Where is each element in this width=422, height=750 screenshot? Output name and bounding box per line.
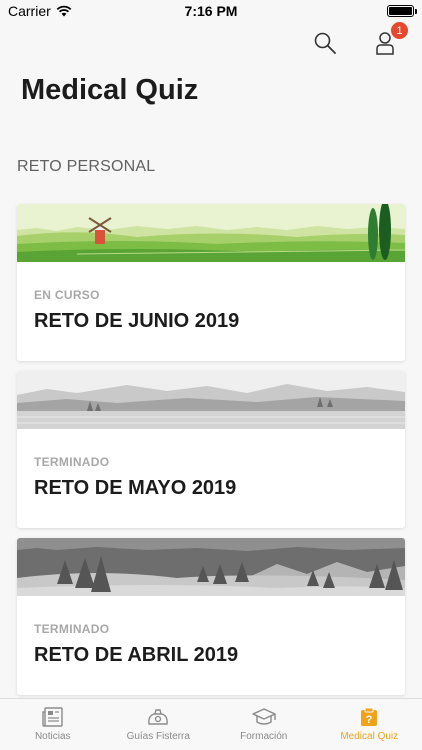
tab-label: Noticias [34, 731, 71, 742]
challenge-title: RETO DE JUNIO 2019 [34, 310, 240, 332]
search-icon [314, 32, 336, 54]
tab-label: Guías Fisterra [126, 731, 190, 742]
tab-guias-fisterra[interactable]: Guías Fisterra [106, 699, 212, 750]
landscape-illustration [17, 538, 405, 596]
tab-label: Medical Quiz [340, 731, 399, 742]
challenge-status: EN CURSO [34, 288, 100, 302]
section-title: RETO PERSONAL [17, 158, 156, 175]
tab-formacion[interactable]: Formación [211, 699, 317, 750]
news-icon [42, 707, 63, 727]
challenge-card-june[interactable]: EN CURSO RETO DE JUNIO 2019 [17, 204, 405, 361]
graduation-cap-icon [252, 708, 276, 725]
challenge-card-may[interactable]: TERMINADO RETO DE MAYO 2019 [17, 371, 405, 528]
search-button[interactable] [310, 26, 340, 60]
challenge-title: RETO DE ABRIL 2019 [34, 644, 239, 666]
status-time: 7:16 PM [184, 3, 238, 19]
profile-button[interactable]: 1 [370, 22, 408, 60]
tab-medical-quiz[interactable]: ? Medical Quiz [317, 699, 422, 750]
landscape-illustration [17, 371, 405, 429]
tab-bar: Noticias Guías Fisterra Formación ? Medi… [0, 698, 422, 750]
status-bar: Carrier 7:16 PM [0, 0, 422, 22]
page-title: Medical Quiz [21, 74, 199, 106]
challenge-title: RETO DE MAYO 2019 [34, 477, 237, 499]
challenge-card-april[interactable]: TERMINADO RETO DE ABRIL 2019 [17, 538, 405, 695]
tab-noticias[interactable]: Noticias [0, 699, 106, 750]
notification-badge: 1 [391, 22, 408, 39]
svg-text:?: ? [366, 714, 373, 726]
challenge-status: TERMINADO [34, 455, 110, 469]
battery-icon [387, 5, 417, 17]
header-actions: 1 [310, 22, 408, 60]
stethoscope-icon [148, 709, 169, 725]
tab-label: Formación [240, 731, 288, 742]
landscape-illustration [17, 204, 405, 262]
challenge-status: TERMINADO [34, 622, 110, 636]
quiz-icon: ? [361, 707, 378, 726]
challenge-list: EN CURSO RETO DE JUNIO 2019 TERMINADO RE… [17, 204, 405, 705]
